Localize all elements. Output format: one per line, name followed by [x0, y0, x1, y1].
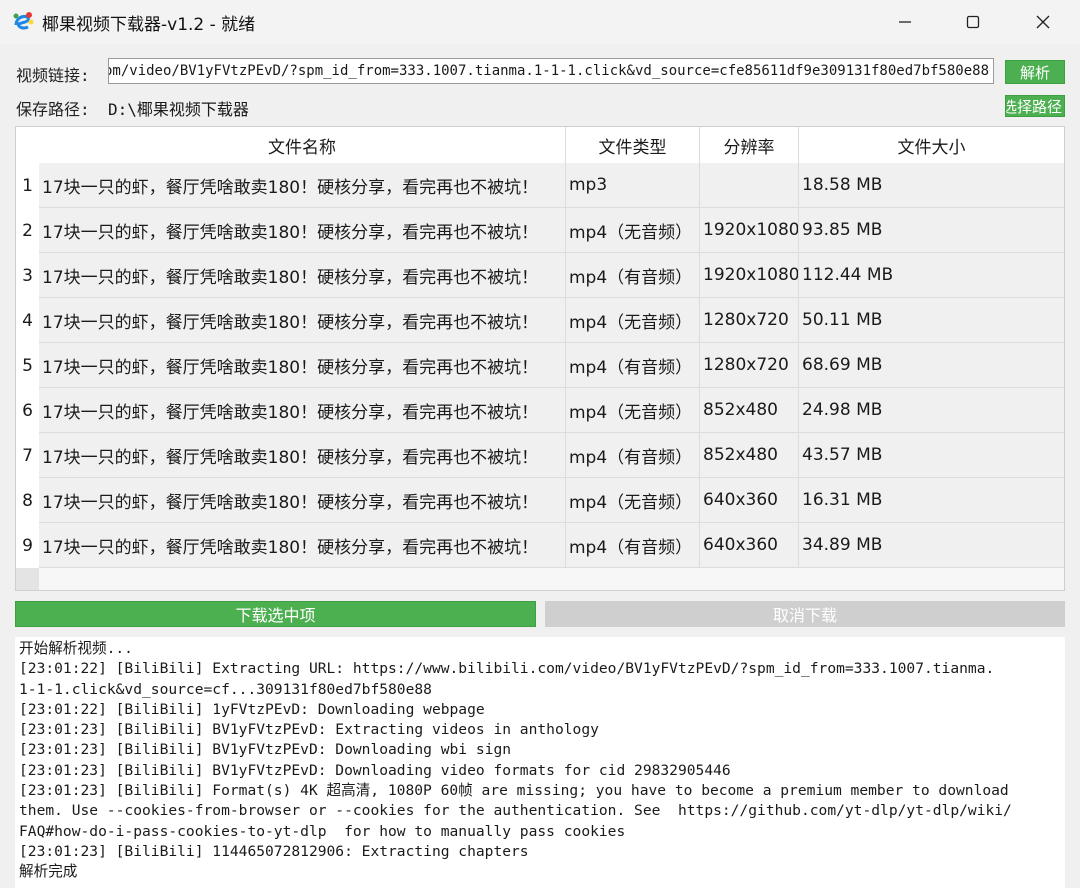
table-header: 文件名称 文件类型 分辨率 文件大小 [39, 127, 1064, 163]
table-row[interactable]: 3 17块一只的虾，餐厅凭啥敢卖180！硬核分享，看完再也不被坑！ mp4（有音… [16, 253, 1064, 298]
url-label: 视频链接: [16, 66, 90, 85]
column-header-size[interactable]: 文件大小 [799, 127, 1064, 163]
cell-type: mp4（有音频） [566, 433, 700, 478]
cell-size: 93.85 MB [799, 208, 1064, 253]
cell-type: mp3 [566, 163, 700, 208]
cell-resolution: 852x480 [700, 433, 799, 478]
download-selected-button[interactable]: 下载选中项 [15, 601, 536, 627]
cell-size: 16.31 MB [799, 478, 1064, 523]
cell-resolution [700, 163, 799, 208]
cell-type: mp4（无音频） [566, 388, 700, 433]
log-output[interactable]: 开始解析视频... [23:01:22] [BiliBili] Extracti… [15, 637, 1065, 888]
parse-button[interactable]: 解析 [1005, 60, 1065, 84]
table-row[interactable]: 7 17块一只的虾，餐厅凭啥敢卖180！硬核分享，看完再也不被坑！ mp4（有音… [16, 433, 1064, 478]
cell-size: 18.58 MB [799, 163, 1064, 208]
cell-size: 112.44 MB [799, 253, 1064, 298]
cell-size: 68.69 MB [799, 343, 1064, 388]
app-logo-icon [12, 11, 34, 33]
minimize-button[interactable] [870, 0, 940, 44]
title-bar: 椰果视频下载器-v1.2 - 就绪 [0, 0, 1080, 44]
window-title: 椰果视频下载器-v1.2 - 就绪 [42, 14, 256, 35]
table-row[interactable]: 8 17块一只的虾，餐厅凭啥敢卖180！硬核分享，看完再也不被坑！ mp4（无音… [16, 478, 1064, 523]
cell-name: 17块一只的虾，餐厅凭啥敢卖180！硬核分享，看完再也不被坑！ [39, 163, 566, 208]
log-line: them. Use --cookies-from-browser or --co… [19, 802, 1012, 820]
cell-type: mp4（有音频） [566, 343, 700, 388]
maximize-button[interactable] [938, 0, 1008, 44]
column-header-type[interactable]: 文件类型 [566, 127, 700, 163]
log-line: [23:01:23] [BiliBili] Format(s) 4K 超高清, … [19, 782, 1009, 800]
row-number: 8 [16, 478, 39, 523]
log-line: 1-1-1.click&vd_source=cf...309131f80ed7b… [19, 680, 432, 698]
cell-name: 17块一只的虾，餐厅凭啥敢卖180！硬核分享，看完再也不被坑！ [39, 388, 566, 433]
cell-size: 50.11 MB [799, 298, 1064, 343]
log-line: 解析完成 [19, 863, 78, 881]
cell-type: mp4（有音频） [566, 523, 700, 568]
cell-resolution: 1920x1080 [700, 253, 799, 298]
log-line: [23:01:23] [BiliBili] 114465072812906: E… [19, 842, 529, 860]
cell-name: 17块一只的虾，餐厅凭啥敢卖180！硬核分享，看完再也不被坑！ [39, 253, 566, 298]
log-line: [23:01:22] [BiliBili] 1yFVtzPEvD: Downlo… [19, 700, 485, 718]
cell-name: 17块一只的虾，餐厅凭啥敢卖180！硬核分享，看完再也不被坑！ [39, 433, 566, 478]
row-number: 7 [16, 433, 39, 478]
cell-resolution: 640x360 [700, 478, 799, 523]
log-line: [23:01:22] [BiliBili] Extracting URL: ht… [19, 660, 995, 678]
column-header-name[interactable]: 文件名称 [39, 127, 566, 163]
table-row[interactable]: 6 17块一只的虾，餐厅凭啥敢卖180！硬核分享，看完再也不被坑！ mp4（无音… [16, 388, 1064, 433]
row-number: 3 [16, 253, 39, 298]
table-row[interactable]: 4 17块一只的虾，餐厅凭啥敢卖180！硬核分享，看完再也不被坑！ mp4（无音… [16, 298, 1064, 343]
table-row[interactable]: 1 17块一只的虾，餐厅凭啥敢卖180！硬核分享，看完再也不被坑！ mp3 18… [16, 163, 1064, 208]
url-input[interactable]: https://www.bilibili.com/video/BV1yFVtzP… [108, 58, 994, 84]
save-path-value: D:\椰果视频下载器 [108, 100, 249, 119]
log-line: [23:01:23] [BiliBili] BV1yFVtzPEvD: Extr… [19, 721, 599, 739]
table-footer-strip [16, 568, 39, 590]
log-line: FAQ#how-do-i-pass-cookies-to-yt-dlp for … [19, 822, 626, 840]
cell-type: mp4（无音频） [566, 298, 700, 343]
cell-name: 17块一只的虾，餐厅凭啥敢卖180！硬核分享，看完再也不被坑！ [39, 478, 566, 523]
column-header-resolution[interactable]: 分辨率 [700, 127, 799, 163]
cell-resolution: 852x480 [700, 388, 799, 433]
cell-resolution: 1280x720 [700, 343, 799, 388]
close-button[interactable] [1008, 0, 1078, 44]
choose-path-label: 选择路径 [1005, 97, 1062, 116]
close-icon [1036, 15, 1050, 29]
cell-type: mp4（有音频） [566, 253, 700, 298]
log-line: [23:01:23] [BiliBili] BV1yFVtzPEvD: Down… [19, 741, 512, 759]
cell-size: 24.98 MB [799, 388, 1064, 433]
cell-resolution: 1280x720 [700, 298, 799, 343]
cell-size: 43.57 MB [799, 433, 1064, 478]
row-number: 4 [16, 298, 39, 343]
cell-name: 17块一只的虾，餐厅凭啥敢卖180！硬核分享，看完再也不被坑！ [39, 298, 566, 343]
choose-path-button[interactable]: 选择路径 [1005, 95, 1065, 117]
log-line: [23:01:23] [BiliBili] BV1yFVtzPEvD: Down… [19, 761, 731, 779]
log-line: 开始解析视频... [19, 640, 133, 657]
cell-type: mp4（无音频） [566, 478, 700, 523]
cell-resolution: 1920x1080 [700, 208, 799, 253]
row-number: 5 [16, 343, 39, 388]
cell-name: 17块一只的虾，餐厅凭啥敢卖180！硬核分享，看完再也不被坑！ [39, 208, 566, 253]
path-label: 保存路径: [16, 100, 90, 119]
url-input-value: https://www.bilibili.com/video/BV1yFVtzP… [109, 63, 989, 79]
row-number: 6 [16, 388, 39, 433]
table-row[interactable]: 2 17块一只的虾，餐厅凭啥敢卖180！硬核分享，看完再也不被坑！ mp4（无音… [16, 208, 1064, 253]
cell-resolution: 640x360 [700, 523, 799, 568]
table-row[interactable]: 9 17块一只的虾，餐厅凭啥敢卖180！硬核分享，看完再也不被坑！ mp4（有音… [16, 523, 1064, 568]
cell-type: mp4（无音频） [566, 208, 700, 253]
cancel-download-button[interactable]: 取消下载 [545, 601, 1065, 627]
row-number: 2 [16, 208, 39, 253]
cell-name: 17块一只的虾，餐厅凭啥敢卖180！硬核分享，看完再也不被坑！ [39, 523, 566, 568]
row-number: 9 [16, 523, 39, 568]
table-corner [16, 127, 39, 163]
row-number: 1 [16, 163, 39, 208]
cell-name: 17块一只的虾，餐厅凭啥敢卖180！硬核分享，看完再也不被坑！ [39, 343, 566, 388]
maximize-icon [966, 15, 980, 29]
table-row[interactable]: 5 17块一只的虾，餐厅凭啥敢卖180！硬核分享，看完再也不被坑！ mp4（有音… [16, 343, 1064, 388]
cell-size: 34.89 MB [799, 523, 1064, 568]
minimize-icon [899, 21, 911, 23]
file-table: 文件名称 文件类型 分辨率 文件大小 1 17块一只的虾，餐厅凭啥敢卖180！硬… [15, 126, 1065, 591]
